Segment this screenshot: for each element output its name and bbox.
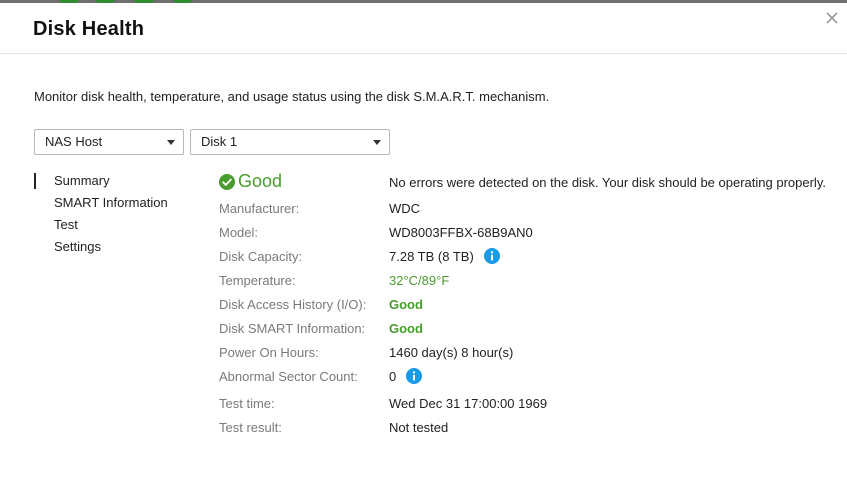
temperature-value: 32°C/89°F [389,273,450,288]
disk-select-value: Disk 1 [201,134,238,149]
chevron-down-icon [373,140,381,145]
model-label: Model: [219,225,259,240]
info-icon[interactable] [483,247,500,264]
abnormal-sector-count-label: Abnormal Sector Count: [219,369,358,384]
nav-item-summary[interactable]: Summary [34,172,168,194]
nav-item-smart-information[interactable]: SMART Information [34,194,168,216]
close-icon[interactable] [825,11,839,25]
dialog-header: Disk Health [0,3,847,54]
status-text: Good [238,171,283,191]
host-select[interactable]: NAS Host [34,129,184,155]
disk-access-history-label: Disk Access History (I/O): [219,297,367,312]
test-result-label: Test result: [219,420,282,435]
check-circle-icon [219,173,235,190]
power-on-hours-label: Power On Hours: [219,345,319,360]
temperature-label: Temperature: [219,273,296,288]
side-nav: Summary SMART Information Test Settings [34,172,168,260]
nav-item-settings[interactable]: Settings [34,238,168,260]
manufacturer-value: WDC [389,201,421,216]
nav-item-test[interactable]: Test [34,216,168,238]
manufacturer-label: Manufacturer: [219,201,300,216]
model-value: WD8003FFBX-68B9AN0 [389,225,533,240]
disk-capacity-value: 7.28 TB (8 TB) [389,247,500,264]
abnormal-sector-count-value: 0 [389,367,423,384]
chevron-down-icon [167,140,175,145]
disk-select[interactable]: Disk 1 [190,129,390,155]
host-select-value: NAS Host [45,134,103,149]
disk-capacity-label: Disk Capacity: [219,249,303,264]
info-icon[interactable] [406,367,423,384]
disk-access-history-value: Good [389,297,423,312]
status-message: No errors were detected on the disk. You… [389,175,826,190]
dialog-title: Disk Health [33,18,145,40]
disk-smart-information-value: Good [389,321,423,336]
status-row: Good [219,171,282,192]
test-time-label: Test time: [219,396,275,411]
test-result-value: Not tested [389,420,449,435]
description-text: Monitor disk health, temperature, and us… [34,89,550,104]
disk-smart-information-label: Disk SMART Information: [219,321,366,336]
test-time-value: Wed Dec 31 17:00:00 1969 [389,396,548,411]
power-on-hours-value: 1460 day(s) 8 hour(s) [389,345,514,360]
